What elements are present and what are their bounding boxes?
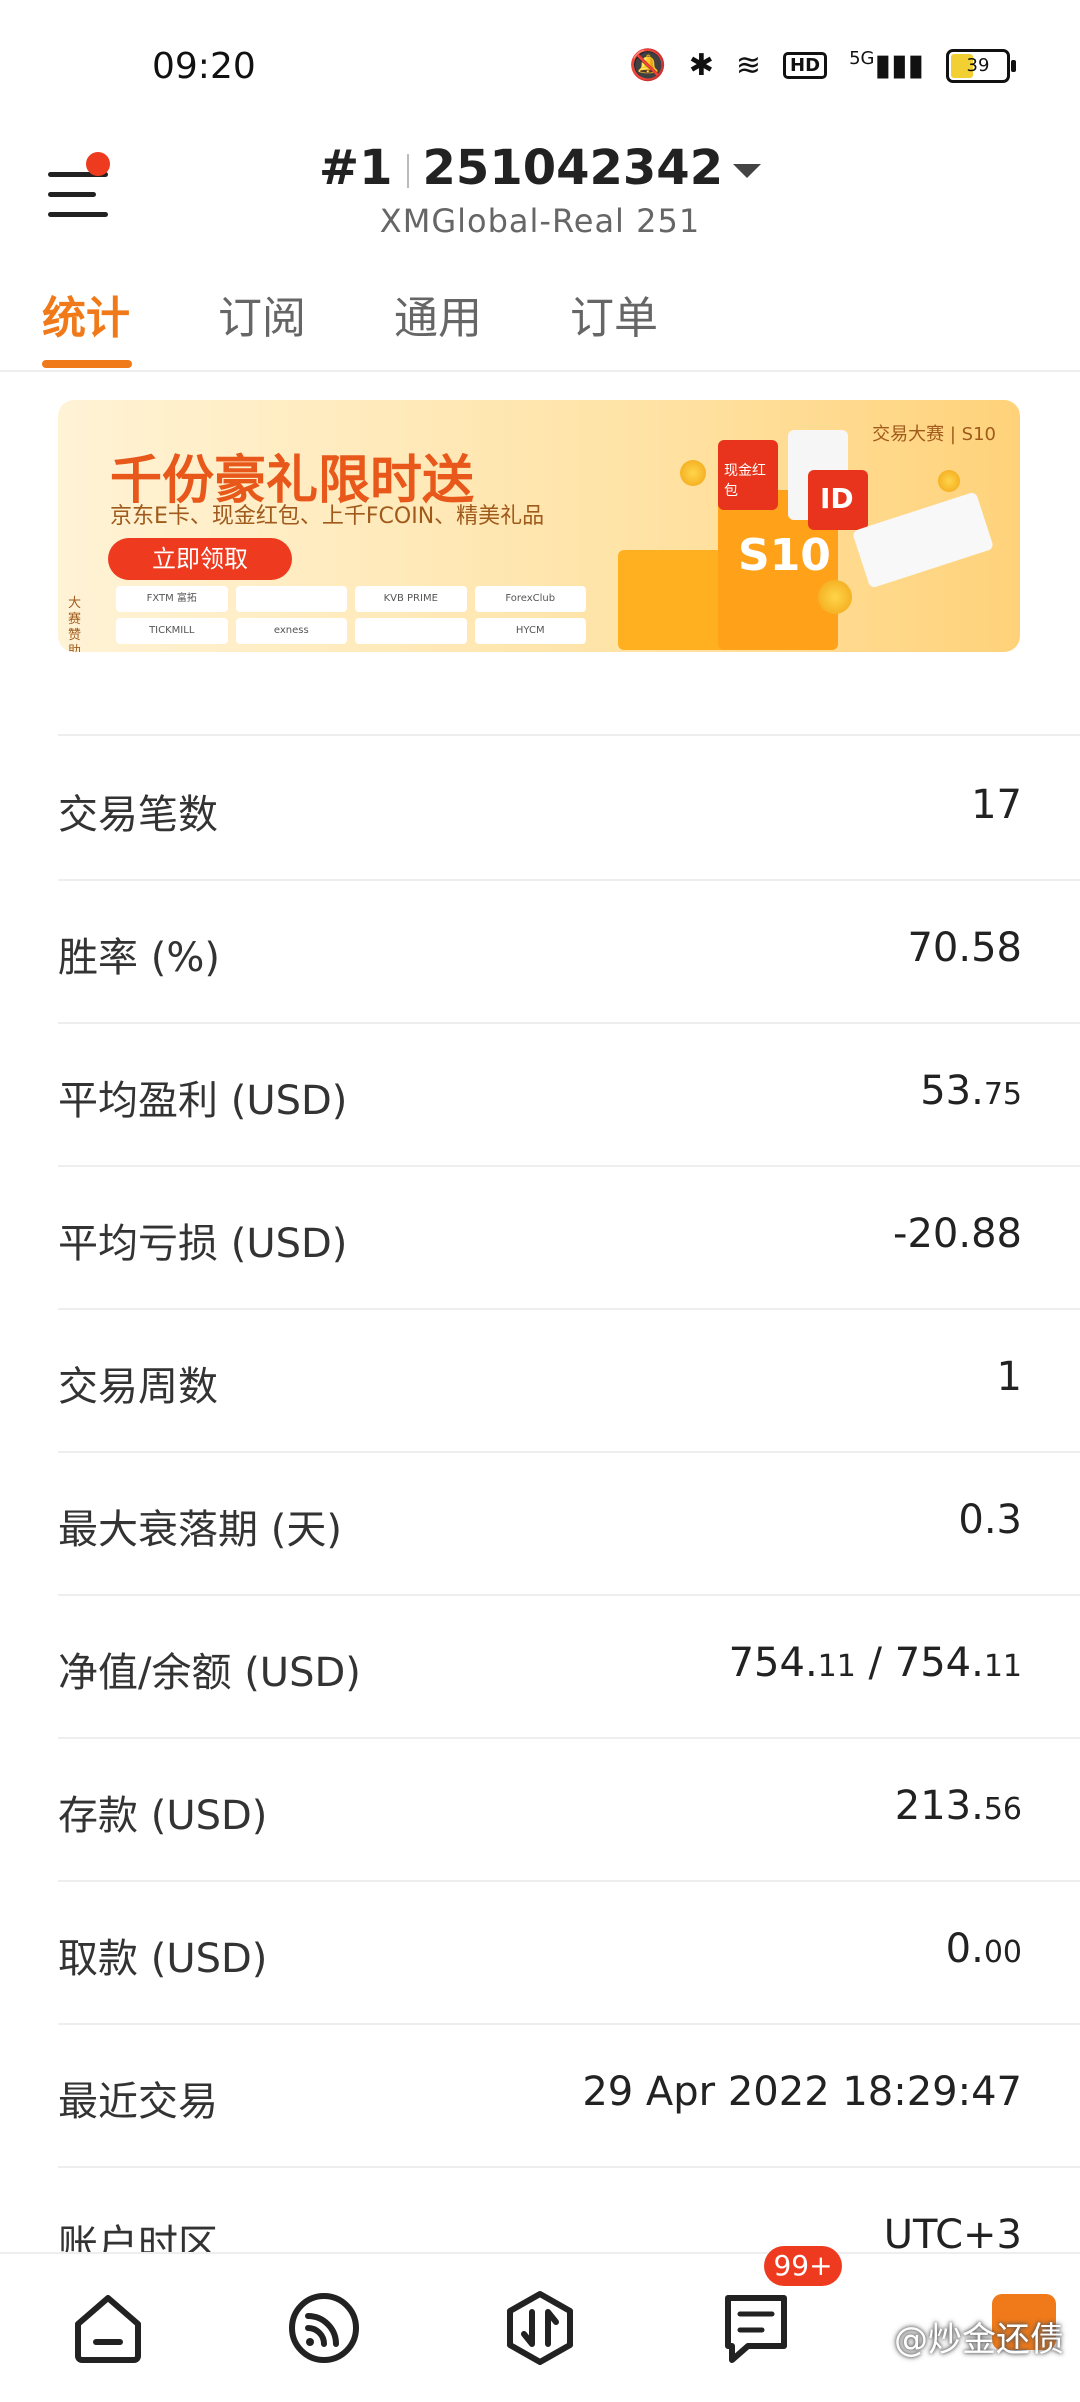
messages-icon[interactable] xyxy=(718,2290,794,2366)
status-time: 09:20 xyxy=(152,46,256,87)
stats-value: 17 xyxy=(971,782,1022,828)
stats-label: 最近交易 xyxy=(58,2079,218,2125)
app-header: #1 251042342 XMGlobal-Real 251 xyxy=(0,130,1080,250)
keyboard-illustration xyxy=(851,491,995,589)
sponsor-label: 大赛赞助 xyxy=(68,596,82,652)
account-name: XMGlobal-Real 251 xyxy=(379,202,701,240)
stats-row: 存款 (USD) 213.56 xyxy=(58,1737,1080,1882)
stats-label: 净值/余额 (USD) xyxy=(58,1650,361,1696)
status-bar: 09:20 🔕 ✱ ≋ HD 5G▮▮▮ 39 xyxy=(0,0,1080,130)
stats-value: 1 xyxy=(996,1354,1022,1400)
stats-row: 最大衰落期 (天) 0.3 xyxy=(58,1451,1080,1596)
watermark-text: @炒金还债 xyxy=(894,2320,1064,2360)
stats-value: 29 Apr 2022 18:29:47 xyxy=(582,2069,1022,2115)
stats-label: 交易周数 xyxy=(58,1364,218,1410)
signal-feed-icon[interactable] xyxy=(286,2290,362,2366)
coin-illustration xyxy=(938,470,960,492)
stats-row: 净值/余额 (USD) 754.11 / 754.11 xyxy=(58,1594,1080,1739)
stats-value: -20.88 xyxy=(893,1211,1022,1257)
active-tab-indicator xyxy=(42,360,132,368)
sponsor-logo: exness xyxy=(235,618,347,644)
stats-label: 胜率 (%) xyxy=(58,935,220,981)
trade-icon[interactable] xyxy=(502,2290,578,2366)
tab-statistics[interactable]: 统计 xyxy=(42,282,130,346)
stats-row: 胜率 (%) 70.58 xyxy=(58,879,1080,1024)
coin-illustration xyxy=(680,460,706,486)
tab-orders[interactable]: 订单 xyxy=(570,282,658,346)
sponsor-logo: ForexClub xyxy=(474,586,586,612)
banner-subtitle: 京东E卡、现金红包、上千FCOIN、精美礼品 xyxy=(110,504,545,529)
sponsor-logos: FXTM 富拓 KVB PRIME ForexClub TICKMILL exn… xyxy=(116,586,586,644)
stats-value: 0.00 xyxy=(945,1926,1022,1972)
sponsor-logo: TICKMILL xyxy=(116,618,228,644)
hd-icon: HD xyxy=(783,52,828,79)
stats-label: 平均亏损 (USD) xyxy=(58,1221,348,1267)
stats-label: 平均盈利 (USD) xyxy=(58,1078,348,1124)
sponsor-logo: HYCM xyxy=(474,618,586,644)
stats-value: 754.11 / 754.11 xyxy=(728,1640,1022,1686)
sponsor-logo xyxy=(235,586,347,612)
account-number: #1 xyxy=(318,140,393,196)
promo-banner[interactable]: 千份豪礼限时送 京东E卡、现金红包、上千FCOIN、精美礼品 立即领取 交易大赛… xyxy=(58,400,1020,652)
stats-row: 交易周数 1 xyxy=(58,1308,1080,1453)
stats-label: 取款 (USD) xyxy=(58,1936,268,1982)
stats-value: 213.56 xyxy=(894,1783,1022,1829)
account-selector[interactable]: #1 251042342 XMGlobal-Real 251 xyxy=(0,140,1080,240)
chevron-down-icon[interactable] xyxy=(733,164,762,178)
red-packet-illustration: 现金红包 xyxy=(718,440,778,510)
battery-icon: 39 xyxy=(946,48,1016,83)
mute-icon: 🔕 xyxy=(629,48,667,83)
tab-subscribe[interactable]: 订阅 xyxy=(218,282,306,346)
coin-illustration xyxy=(818,580,852,614)
stats-row-partial xyxy=(58,670,1080,736)
signal-icon: 5G▮▮▮ xyxy=(849,48,924,83)
stats-row: 交易笔数 17 xyxy=(58,736,1080,881)
tab-bar: 统计 订阅 通用 订单 xyxy=(0,270,1080,372)
wifi-icon: ≋ xyxy=(735,48,762,83)
gift-box-illustration xyxy=(618,550,728,650)
stats-label: 最大衰落期 (天) xyxy=(58,1507,342,1553)
bottom-nav: 99+ @炒金还债 xyxy=(0,2246,1080,2402)
stats-label: 交易笔数 xyxy=(58,792,218,838)
stats-label: 存款 (USD) xyxy=(58,1793,268,1839)
stats-value: 0.3 xyxy=(958,1497,1022,1543)
bluetooth-icon: ✱ xyxy=(688,48,714,83)
sponsor-logo xyxy=(355,618,467,644)
stats-row: 平均盈利 (USD) 53.75 xyxy=(58,1022,1080,1167)
home-icon[interactable] xyxy=(70,2290,146,2366)
id-box-illustration: ID xyxy=(808,470,868,530)
unread-badge: 99+ xyxy=(764,2246,842,2286)
stats-row: 最近交易 29 Apr 2022 18:29:47 xyxy=(58,2023,1080,2168)
stats-row: 取款 (USD) 0.00 xyxy=(58,1880,1080,2025)
sponsor-logo: KVB PRIME xyxy=(355,586,467,612)
status-icons: 🔕 ✱ ≋ HD 5G▮▮▮ 39 xyxy=(629,48,1016,83)
stats-value: 53.75 xyxy=(920,1068,1022,1114)
banner-brand: 交易大赛 | S10 xyxy=(872,424,996,445)
account-id: 251042342 xyxy=(422,140,724,196)
sponsor-logo: FXTM 富拓 xyxy=(116,586,228,612)
tab-general[interactable]: 通用 xyxy=(394,282,482,346)
stats-row: 平均亏损 (USD) -20.88 xyxy=(58,1165,1080,1310)
claim-button[interactable]: 立即领取 xyxy=(108,538,292,580)
stats-value: 70.58 xyxy=(907,925,1022,971)
